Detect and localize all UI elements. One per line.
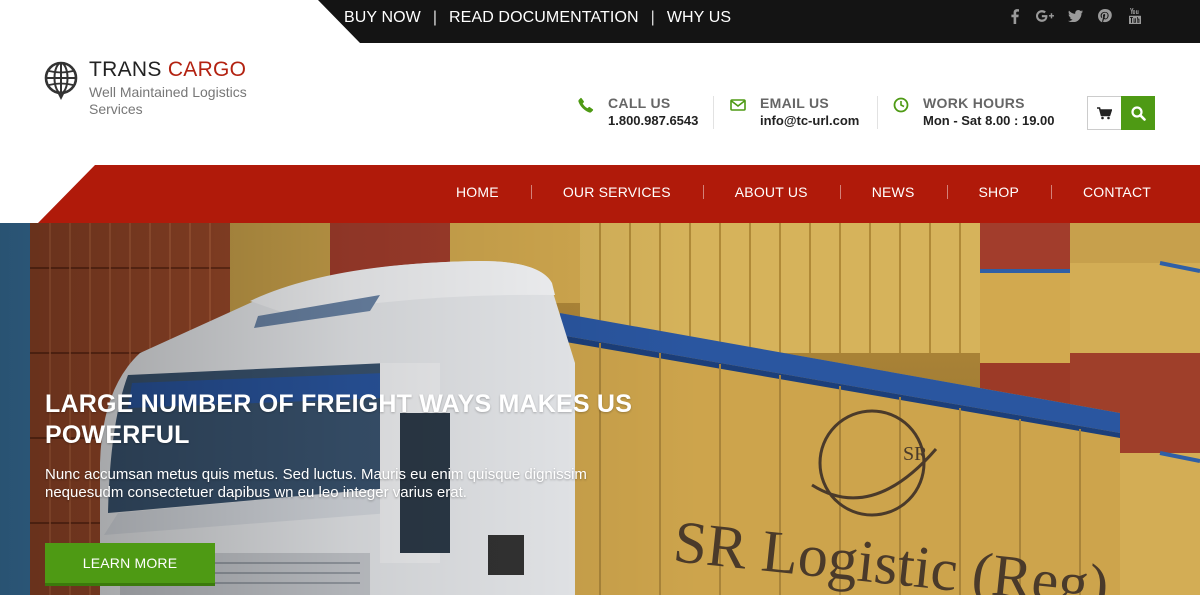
main-nav: HOME OUR SERVICES ABOUT US NEWS SHOP CON… xyxy=(424,165,1183,219)
nav-home[interactable]: HOME xyxy=(424,184,531,200)
nav-contact[interactable]: CONTACT xyxy=(1050,184,1183,200)
page: BUY NOW | READ DOCUMENTATION | WHY US TR… xyxy=(0,0,1200,595)
google-plus-icon[interactable] xyxy=(1036,7,1054,25)
cart-button[interactable] xyxy=(1087,96,1122,130)
email-us-info: EMAIL US info@tc-url.com xyxy=(730,95,859,129)
call-us-info: CALL US 1.800.987.6543 xyxy=(578,95,698,129)
call-us-label: CALL US xyxy=(608,95,671,111)
facebook-icon[interactable] xyxy=(1006,7,1024,25)
read-documentation-link[interactable]: READ DOCUMENTATION xyxy=(449,9,639,27)
top-bar-logo-tab xyxy=(0,0,360,43)
separator: | xyxy=(650,8,655,26)
buy-now-link[interactable]: BUY NOW xyxy=(344,9,421,27)
divider xyxy=(877,96,878,129)
phone-number[interactable]: 1.800.987.6543 xyxy=(608,113,698,129)
logo-title: TRANS CARGO xyxy=(89,58,246,82)
nav-news[interactable]: NEWS xyxy=(839,184,947,200)
globe-icon xyxy=(44,61,78,100)
logo-subtitle: Well Maintained Logistics Services xyxy=(89,84,247,117)
hero-slider: SR SR Logistic (Reg) LARGE NUMBER OF FRE… xyxy=(0,223,1200,595)
search-icon xyxy=(1130,105,1146,121)
divider xyxy=(713,96,714,129)
logo-title-primary: TRANS xyxy=(89,58,168,81)
phone-icon xyxy=(578,97,594,113)
email-us-label: EMAIL US xyxy=(760,95,830,111)
separator: | xyxy=(432,8,438,26)
work-hours-value: Mon - Sat 8.00 : 19.00 xyxy=(923,113,1055,128)
cart-icon xyxy=(1097,106,1112,119)
clock-icon xyxy=(893,97,909,113)
envelope-icon xyxy=(730,99,746,111)
hero-description: Nunc accumsan metus quis metus. Sed luct… xyxy=(45,466,587,501)
nav-our-services[interactable]: OUR SERVICES xyxy=(530,184,703,200)
hero-title: LARGE NUMBER OF FREIGHT WAYS MAKES US PO… xyxy=(45,390,633,449)
email-address[interactable]: info@tc-url.com xyxy=(760,113,859,129)
work-hours-label: WORK HOURS xyxy=(923,95,1025,111)
logo-title-accent: CARGO xyxy=(167,58,247,81)
youtube-icon[interactable] xyxy=(1126,7,1144,25)
social-links xyxy=(1006,7,1144,25)
pinterest-icon[interactable] xyxy=(1096,7,1114,25)
twitter-icon[interactable] xyxy=(1066,7,1084,25)
top-links: BUY NOW | READ DOCUMENTATION | WHY US xyxy=(344,0,731,35)
truck-badge-text: SR xyxy=(903,443,928,465)
why-us-link[interactable]: WHY US xyxy=(667,9,731,27)
nav-shop[interactable]: SHOP xyxy=(946,184,1051,200)
learn-more-button[interactable]: LEARN MORE xyxy=(45,543,215,586)
nav-about-us[interactable]: ABOUT US xyxy=(702,184,840,200)
work-hours-info: WORK HOURS Mon - Sat 8.00 : 19.00 xyxy=(893,95,1055,129)
search-button[interactable] xyxy=(1121,96,1155,130)
